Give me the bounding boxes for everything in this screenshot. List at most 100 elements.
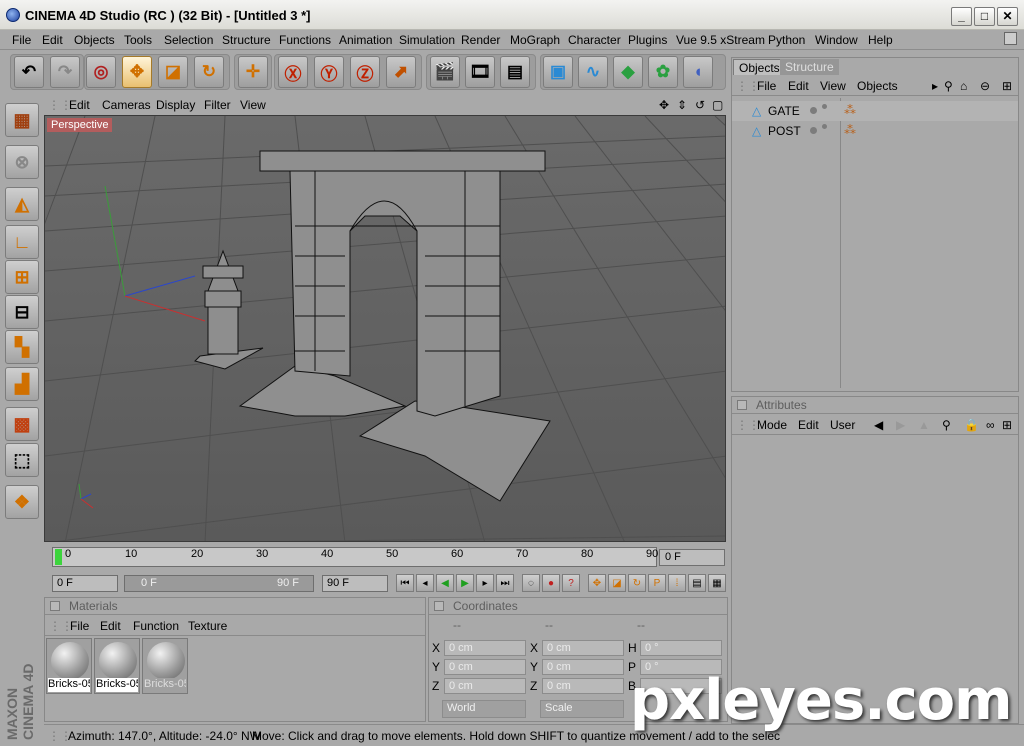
menu-render[interactable]: Render	[461, 33, 500, 47]
mat-menu-file[interactable]: File	[70, 619, 89, 633]
key-rotation-icon[interactable]: ↻	[628, 574, 646, 592]
range-slider[interactable]: 0 F 90 F	[124, 575, 314, 592]
visibility-dot[interactable]	[810, 127, 817, 134]
visibility-dot[interactable]	[810, 107, 817, 114]
edges-mode-icon[interactable]: ⊟	[5, 295, 39, 329]
tab-structure[interactable]: Structure	[780, 59, 839, 75]
play-forward-icon[interactable]: ▶	[456, 574, 474, 592]
scale-tool-icon[interactable]: ◪	[158, 56, 188, 88]
record-key-icon[interactable]: ●	[542, 574, 560, 592]
key-scale-icon[interactable]: ◪	[608, 574, 626, 592]
vp-menu-cameras[interactable]: Cameras	[102, 98, 151, 112]
y-axis-icon[interactable]: Ⓨ	[314, 56, 344, 88]
render-dot[interactable]	[822, 124, 827, 129]
texture-mode-icon[interactable]: ⊗	[5, 145, 39, 179]
panel-toggle-icon[interactable]	[737, 400, 747, 410]
current-frame-field[interactable]: 0 F	[659, 549, 725, 566]
scale-mode-select[interactable]: Scale	[540, 700, 624, 718]
menu-structure[interactable]: Structure	[222, 33, 271, 47]
menu-help[interactable]: Help	[868, 33, 893, 47]
attr-menu-mode[interactable]: Mode	[757, 418, 787, 432]
vp-menu-display[interactable]: Display	[156, 98, 195, 112]
minimize-button[interactable]: _	[951, 7, 972, 26]
attr-menu-user[interactable]: User	[830, 418, 855, 432]
obj-menu-objects[interactable]: Objects	[857, 79, 898, 93]
object-row-gate[interactable]: △ GATE ⁂	[732, 101, 1018, 121]
menu-plugins[interactable]: Plugins	[628, 33, 667, 47]
vp-menu-filter[interactable]: Filter	[204, 98, 231, 112]
menu-simulation[interactable]: Simulation	[399, 33, 455, 47]
new-panel-icon[interactable]: ⊞	[1002, 418, 1012, 432]
mat-menu-edit[interactable]: Edit	[100, 619, 121, 633]
nurbs-icon[interactable]: ◆	[613, 56, 643, 88]
undo-icon[interactable]: ↶	[14, 56, 44, 88]
panel-toggle-icon[interactable]	[434, 601, 444, 611]
sculpt-icon[interactable]: ❖	[5, 485, 39, 519]
menu-character[interactable]: Character	[568, 33, 621, 47]
object-row-post[interactable]: △ POST ⁂	[732, 121, 1018, 141]
menu-window[interactable]: Window	[815, 33, 858, 47]
vp-menu-view[interactable]: View	[240, 98, 266, 112]
polygons-mode-icon[interactable]: ▚	[5, 330, 39, 364]
rotate-tool-icon[interactable]: ↻	[194, 56, 224, 88]
array-icon[interactable]: ✿	[648, 56, 678, 88]
coord-system-select[interactable]: World	[442, 700, 526, 718]
obj-menu-edit[interactable]: Edit	[788, 79, 809, 93]
lock-icon[interactable]: 🔒	[964, 418, 979, 432]
z-axis-icon[interactable]: Ⓩ	[350, 56, 380, 88]
menu-edit[interactable]: Edit	[42, 33, 63, 47]
coordinate-system-icon[interactable]: ⬈	[386, 56, 416, 88]
play-backward-icon[interactable]: ◀	[436, 574, 454, 592]
step-back-icon[interactable]: ◂	[416, 574, 434, 592]
render-view-icon[interactable]: 🎬	[430, 56, 460, 88]
perspective-viewport[interactable]: Perspective	[44, 115, 726, 542]
home-icon[interactable]: ⌂	[960, 79, 967, 93]
menu-functions[interactable]: Functions	[279, 33, 331, 47]
menu-selection[interactable]: Selection	[164, 33, 213, 47]
points-mode-icon[interactable]: ⊞	[5, 260, 39, 294]
search-icon[interactable]: ⚲	[944, 79, 953, 93]
mat-menu-texture[interactable]: Texture	[188, 619, 227, 633]
size-z-field[interactable]: 0 cm	[542, 678, 624, 694]
pos-x-field[interactable]: 0 cm	[444, 640, 526, 656]
obj-menu-file[interactable]: File	[757, 79, 776, 93]
up-arrow-icon[interactable]: ▲	[918, 418, 930, 432]
menu-python[interactable]: Python	[768, 33, 805, 47]
render-dot[interactable]	[822, 104, 827, 109]
vp-menu-edit[interactable]: Edit	[69, 98, 90, 112]
material-swatch[interactable]: Bricks-05	[142, 638, 188, 694]
timeline-settings-icon[interactable]: ▤	[688, 574, 706, 592]
render-picture-icon[interactable]: 🎞	[465, 56, 495, 88]
render-settings-icon[interactable]: ▤	[500, 56, 530, 88]
search-icon[interactable]: ⚲	[942, 418, 951, 432]
x-axis-icon[interactable]: Ⓧ	[278, 56, 308, 88]
menu-tools[interactable]: Tools	[124, 33, 152, 47]
key-position-icon[interactable]: ✥	[588, 574, 606, 592]
model-mode-icon[interactable]: ◭	[5, 187, 39, 221]
size-x-field[interactable]: 0 cm	[542, 640, 624, 656]
timeline-ruler[interactable]: 0 10 20 30 40 50 60 70 80 90	[52, 547, 658, 567]
pos-y-field[interactable]: 0 cm	[444, 659, 526, 675]
cube-icon[interactable]: ▣	[543, 56, 573, 88]
auto-key-icon[interactable]: ?	[562, 574, 580, 592]
pos-z-field[interactable]: 0 cm	[444, 678, 526, 694]
workplane-icon[interactable]: ⬚	[5, 443, 39, 477]
redo-icon[interactable]: ↷	[50, 56, 80, 88]
material-swatch[interactable]: Bricks-05	[46, 638, 92, 694]
back-arrow-icon[interactable]: ◀	[874, 418, 883, 432]
mat-menu-function[interactable]: Function	[133, 619, 179, 633]
menu-file[interactable]: File	[12, 33, 31, 47]
animation-mode-icon[interactable]: ▟	[5, 367, 39, 401]
menu-mograph[interactable]: MoGraph	[510, 33, 560, 47]
editor-view-icon[interactable]: ▦	[5, 103, 39, 137]
texture-axis-icon[interactable]: ▩	[5, 407, 39, 441]
tag-icon[interactable]: ⁂	[844, 103, 856, 117]
go-to-end-icon[interactable]: ⏭	[496, 574, 514, 592]
layout-switch-icon[interactable]	[1004, 32, 1017, 45]
zoom-view-icon[interactable]: ⇕	[677, 98, 687, 112]
start-frame-field[interactable]: 0 F	[52, 575, 118, 592]
record-disabled-icon[interactable]: ◌	[522, 574, 540, 592]
size-y-field[interactable]: 0 cm	[542, 659, 624, 675]
viewport-label[interactable]: Perspective	[47, 118, 113, 132]
selection-tool-icon[interactable]: ◎	[86, 56, 116, 88]
